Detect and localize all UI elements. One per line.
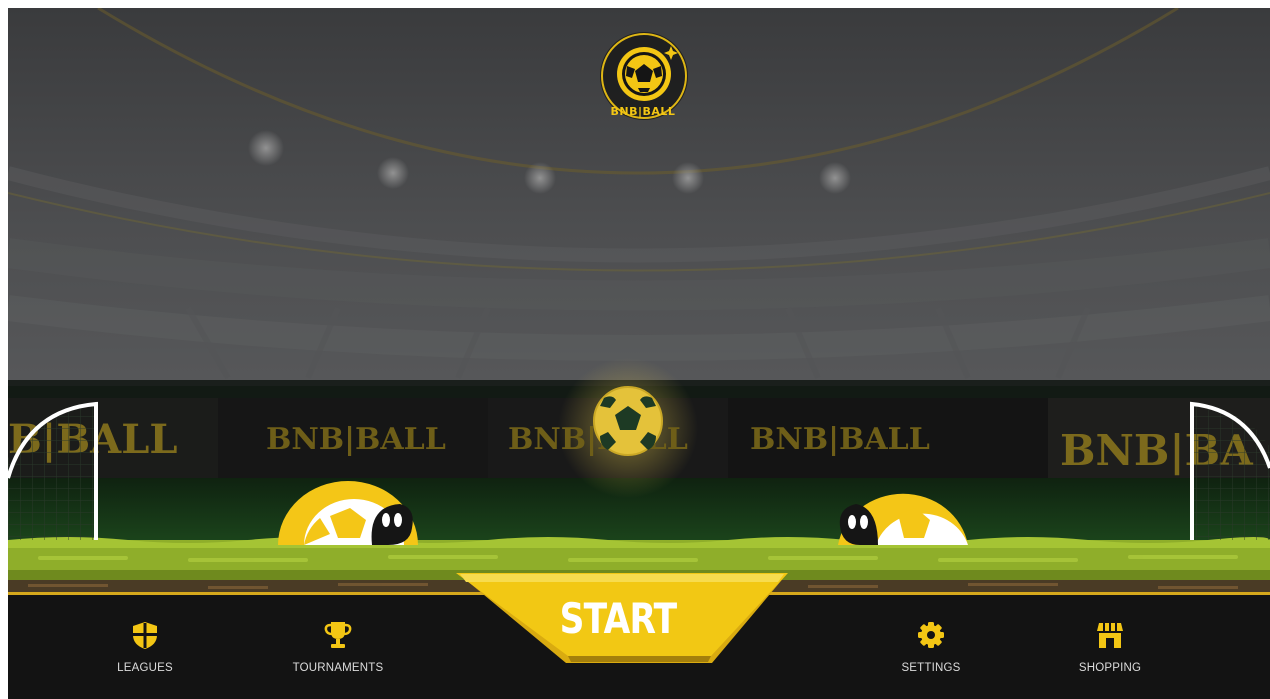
trophy-icon [324,622,352,648]
game-screen: B|BALL BNB|BALL BNB|BALL BNB|BALL BNB|BA [8,8,1270,699]
start-button-label[interactable]: START [528,594,708,643]
nav-shopping-label[interactable]: SHOPPING [1040,662,1180,674]
soccer-ball-icon [617,47,671,101]
nav-tournaments-label[interactable]: TOURNAMENTS [268,662,408,674]
gear-icon [918,622,944,648]
nav-shopping-button[interactable]: SHOPPING [1040,620,1180,674]
nav-leagues-button[interactable]: LEAGUES [75,620,215,674]
nav-leagues-label[interactable]: LEAGUES [75,662,215,674]
shop-icon [1097,623,1123,648]
logo-text: BNB|BALL [610,105,676,118]
nav-tournaments-button[interactable]: TOURNAMENTS [268,620,408,674]
nav-settings-button[interactable]: SETTINGS [861,620,1001,674]
nav-settings-label[interactable]: SETTINGS [861,662,1001,674]
shield-icon [133,622,157,649]
